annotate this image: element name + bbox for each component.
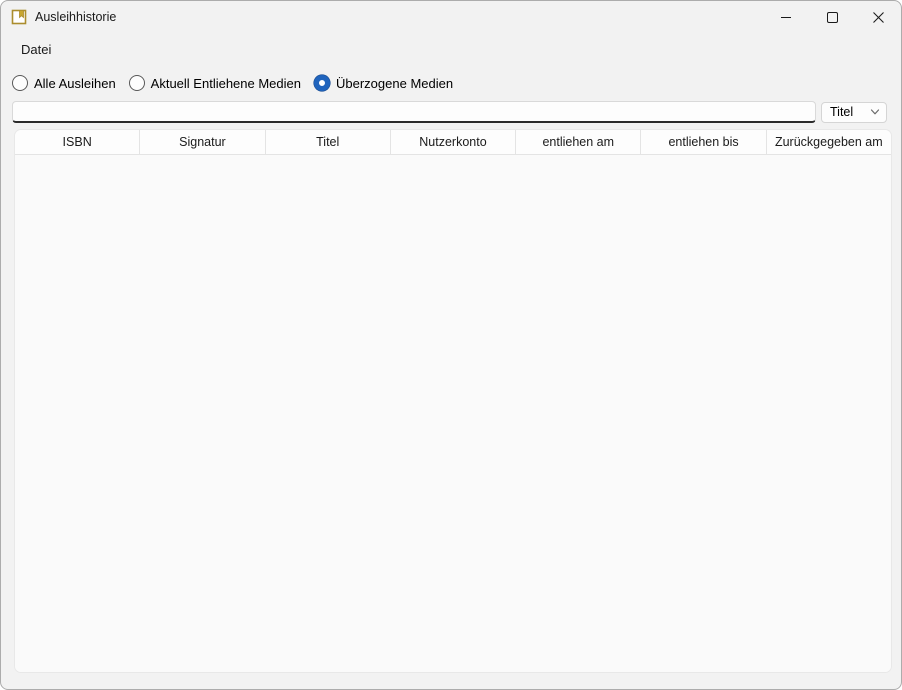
radio-option-ueberzogene-medien[interactable]: Überzogene Medien (314, 75, 453, 91)
radio-option-aktuell-entliehene-medien[interactable]: Aktuell Entliehene Medien (129, 75, 301, 91)
close-button[interactable] (855, 1, 901, 33)
sort-dropdown[interactable]: Titel (821, 102, 887, 123)
titlebar: Ausleihhistorie (1, 1, 901, 33)
column-header-signatur[interactable]: Signatur (140, 130, 265, 154)
loan-history-table: ISBN Signatur Titel Nutzerkonto entliehe… (14, 129, 892, 673)
radio-label: Alle Ausleihen (34, 76, 116, 91)
menubar: Datei (1, 37, 901, 61)
radio-label: Aktuell Entliehene Medien (151, 76, 301, 91)
radio-checked-icon (314, 75, 330, 91)
minimize-icon (781, 17, 791, 18)
radio-label: Überzogene Medien (336, 76, 453, 91)
caption-buttons (763, 1, 901, 33)
close-icon (873, 12, 884, 23)
search-input[interactable] (12, 101, 816, 123)
radio-unchecked-icon (129, 75, 145, 91)
column-header-entliehen-am[interactable]: entliehen am (516, 130, 641, 154)
window-title: Ausleihhistorie (35, 10, 116, 24)
window: Ausleihhistorie Datei Alle Ausleihen (0, 0, 902, 690)
radio-unchecked-icon (12, 75, 28, 91)
column-header-zurueckgegeben-am[interactable]: Zurückgegeben am (767, 130, 891, 154)
book-bookmark-icon (11, 9, 27, 25)
filter-radio-group: Alle Ausleihen Aktuell Entliehene Medien… (12, 75, 453, 91)
column-header-entliehen-bis[interactable]: entliehen bis (641, 130, 766, 154)
menu-item-datei[interactable]: Datei (19, 40, 53, 59)
table-body-empty (15, 155, 891, 672)
radio-option-alle-ausleihen[interactable]: Alle Ausleihen (12, 75, 116, 91)
column-header-isbn[interactable]: ISBN (15, 130, 140, 154)
column-header-nutzerkonto[interactable]: Nutzerkonto (391, 130, 516, 154)
maximize-icon (827, 12, 838, 23)
maximize-button[interactable] (809, 1, 855, 33)
minimize-button[interactable] (763, 1, 809, 33)
search-row: Titel (12, 101, 887, 123)
chevron-down-icon (870, 107, 880, 117)
sort-dropdown-value: Titel (830, 105, 870, 119)
column-header-titel[interactable]: Titel (266, 130, 391, 154)
table-header-row: ISBN Signatur Titel Nutzerkonto entliehe… (15, 130, 891, 155)
